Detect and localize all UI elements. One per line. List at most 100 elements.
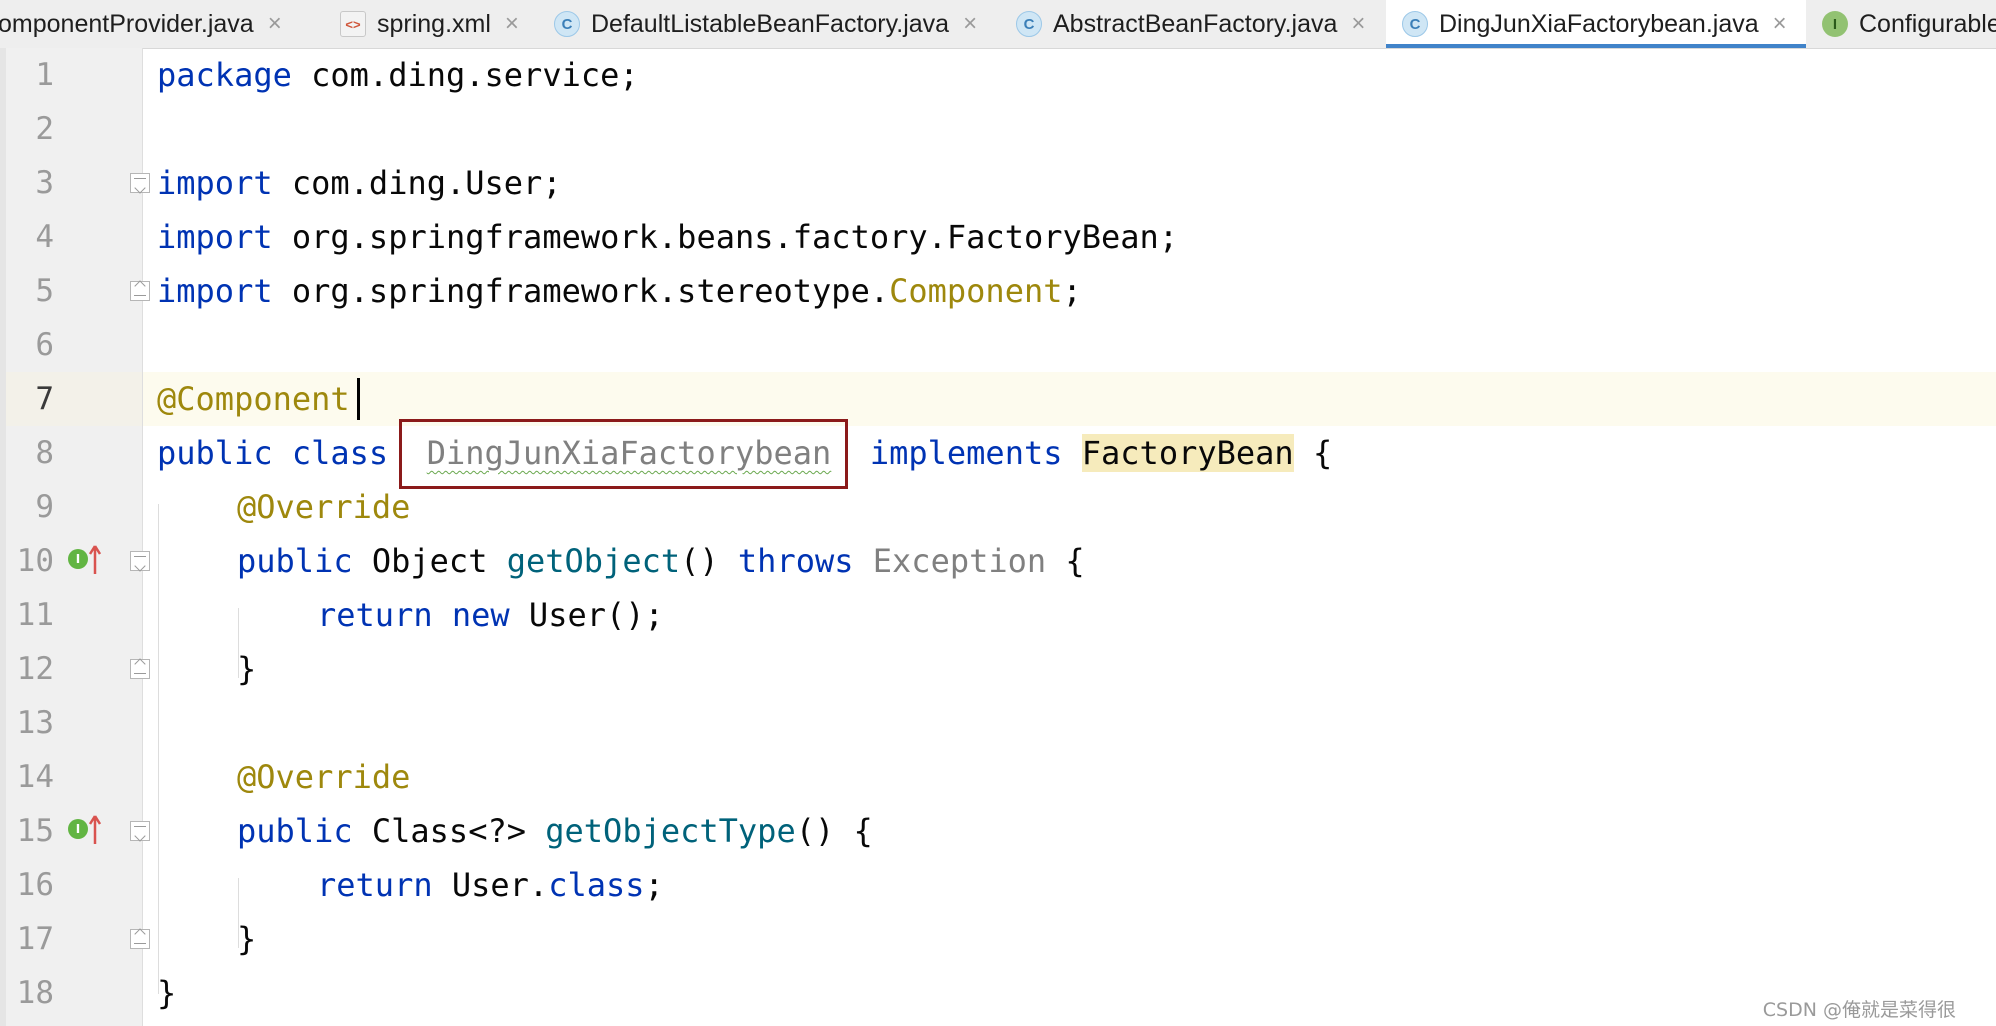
line-number: 8	[35, 435, 54, 471]
code-text: }	[237, 920, 257, 958]
code-text: User.	[432, 866, 549, 904]
tab-dingjunxia-factorybean[interactable]: C DingJunXiaFactorybean.java ×	[1386, 0, 1806, 48]
tab-default-listable-bean-factory[interactable]: C DefaultListableBeanFactory.java ×	[550, 0, 982, 48]
code-line-15: public Class<?> getObjectType() {	[237, 804, 873, 858]
tab-spring-xml[interactable]: <> spring.xml ×	[332, 0, 528, 48]
line-number: 17	[16, 921, 54, 957]
keyword: return	[317, 596, 433, 634]
keyword: public	[237, 542, 353, 580]
annotation: @Component	[157, 380, 350, 418]
code-line-11: return new User();	[317, 588, 664, 642]
line-number: 9	[35, 489, 54, 525]
fold-toggle-icon[interactable]	[130, 659, 150, 679]
close-icon[interactable]: ×	[505, 10, 519, 38]
code-text: {	[1293, 434, 1333, 472]
fold-toggle-icon[interactable]	[130, 281, 150, 301]
code-line-16: return User.class;	[317, 858, 664, 912]
tab-label: AbstractBeanFactory.java	[1053, 9, 1338, 38]
line-number: 14	[16, 759, 54, 795]
tab-label: Configurable	[1859, 9, 1996, 38]
keyword: import	[157, 272, 273, 310]
close-icon[interactable]: ×	[1351, 10, 1365, 38]
line-number: 15	[16, 813, 54, 849]
code-line-9: @Override	[237, 480, 410, 534]
tab-configurable[interactable]: I Configurable	[1822, 0, 1996, 48]
keyword: package	[157, 56, 292, 94]
exception-type: Exception	[853, 542, 1047, 580]
tab-component-provider[interactable]: omponentProvider.java ×	[0, 0, 320, 48]
keyword: class	[548, 866, 645, 904]
close-icon[interactable]: ×	[268, 10, 282, 38]
tab-label: spring.xml	[377, 9, 491, 38]
code-text: }	[237, 650, 257, 688]
code-line-10: public Object getObject() throws Excepti…	[237, 534, 1085, 588]
code-text: Object	[352, 542, 507, 580]
annotation: @Override	[237, 488, 411, 526]
interface-name[interactable]: FactoryBean	[1081, 434, 1294, 472]
code-line-5: import org.springframework.stereotype.Co…	[157, 264, 1082, 318]
code-line-14: @Override	[237, 750, 410, 804]
keyword: throws	[737, 542, 854, 580]
tab-label: omponentProvider.java	[0, 9, 254, 38]
line-number: 4	[35, 219, 54, 255]
code-line-4: import org.springframework.beans.factory…	[157, 210, 1178, 264]
code-text: {	[1046, 542, 1085, 580]
code-text: ()	[680, 542, 738, 580]
code-text: com.ding.User;	[272, 164, 562, 202]
editor-tab-bar: omponentProvider.java × <> spring.xml × …	[0, 0, 1996, 49]
implements-method-icon[interactable]: I	[68, 544, 104, 576]
fold-toggle-icon[interactable]	[130, 173, 150, 193]
text-cursor	[357, 378, 360, 420]
code-text: Class<?>	[352, 812, 546, 850]
tab-abstract-bean-factory[interactable]: C AbstractBeanFactory.java ×	[1012, 0, 1378, 48]
code-text: }	[157, 974, 177, 1012]
xml-file-icon: <>	[340, 11, 366, 37]
code-line-12: }	[237, 642, 256, 696]
keyword: implements	[869, 434, 1063, 472]
keyword: import	[157, 164, 273, 202]
code-editor[interactable]: 1 2 3 4 5 6 7 8 9 10 11 12 13 14 15 16 1…	[0, 48, 1996, 1026]
arrow-up-icon	[88, 815, 102, 844]
interface-badge-icon: I	[68, 819, 88, 839]
highlight-box-annotation	[399, 419, 848, 489]
caret-row-highlight	[143, 372, 1996, 426]
implements-method-icon[interactable]: I	[68, 814, 104, 846]
keyword: new	[432, 596, 510, 634]
class-icon: C	[1016, 11, 1042, 37]
line-number: 10	[16, 543, 54, 579]
code-text: ;	[644, 866, 664, 904]
fold-toggle-icon[interactable]	[130, 821, 150, 841]
line-number: 2	[35, 111, 54, 147]
close-icon[interactable]: ×	[1773, 10, 1787, 38]
keyword: public	[157, 434, 273, 472]
keyword: import	[157, 218, 273, 256]
line-number: 3	[35, 165, 54, 201]
line-number: 11	[16, 597, 54, 633]
code-text: com.ding.service;	[291, 56, 639, 94]
tab-label: DingJunXiaFactorybean.java	[1439, 9, 1759, 38]
class-icon: C	[554, 11, 580, 37]
line-number: 7	[35, 381, 54, 417]
code-text: User();	[509, 596, 664, 634]
line-number: 6	[35, 327, 54, 363]
line-number: 5	[35, 273, 54, 309]
code-line-7: @Component	[157, 372, 350, 426]
annotation: @Override	[237, 758, 411, 796]
tab-label: DefaultListableBeanFactory.java	[591, 9, 950, 38]
code-line-3: import com.ding.User;	[157, 156, 562, 210]
method-name: getObjectType	[545, 812, 796, 850]
watermark: CSDN @俺就是菜得很	[1762, 999, 1956, 1021]
annotation-type: Component	[889, 272, 1063, 310]
close-icon[interactable]: ×	[963, 10, 977, 38]
fold-toggle-icon[interactable]	[130, 551, 150, 571]
code-text: org.springframework.stereotype.	[272, 272, 890, 310]
code-line-1: package com.ding.service;	[157, 48, 639, 102]
class-icon: C	[1402, 11, 1428, 37]
indent-guide	[158, 504, 159, 994]
fold-toggle-icon[interactable]	[130, 929, 150, 949]
keyword: public	[237, 812, 353, 850]
line-number: 16	[16, 867, 54, 903]
arrow-up-icon	[88, 545, 102, 574]
interface-icon: I	[1822, 11, 1848, 37]
line-number: 1	[35, 57, 54, 93]
